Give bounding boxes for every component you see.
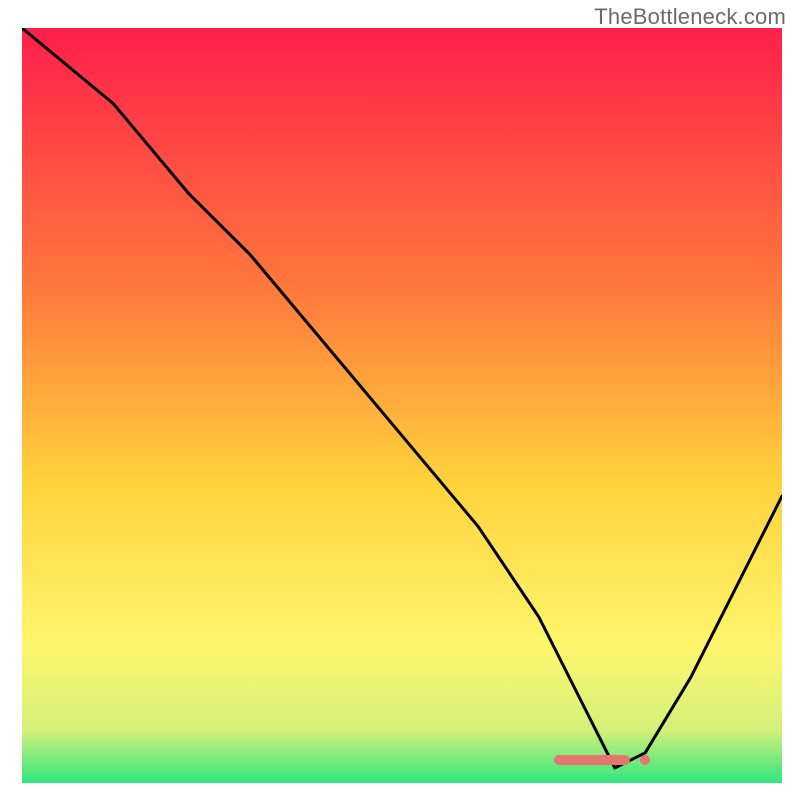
watermark-text: TheBottleneck.com <box>594 4 786 30</box>
chart-svg <box>22 28 782 783</box>
optimal-range-marker <box>554 755 630 765</box>
chart-background <box>22 28 782 783</box>
chart-container <box>22 28 782 783</box>
